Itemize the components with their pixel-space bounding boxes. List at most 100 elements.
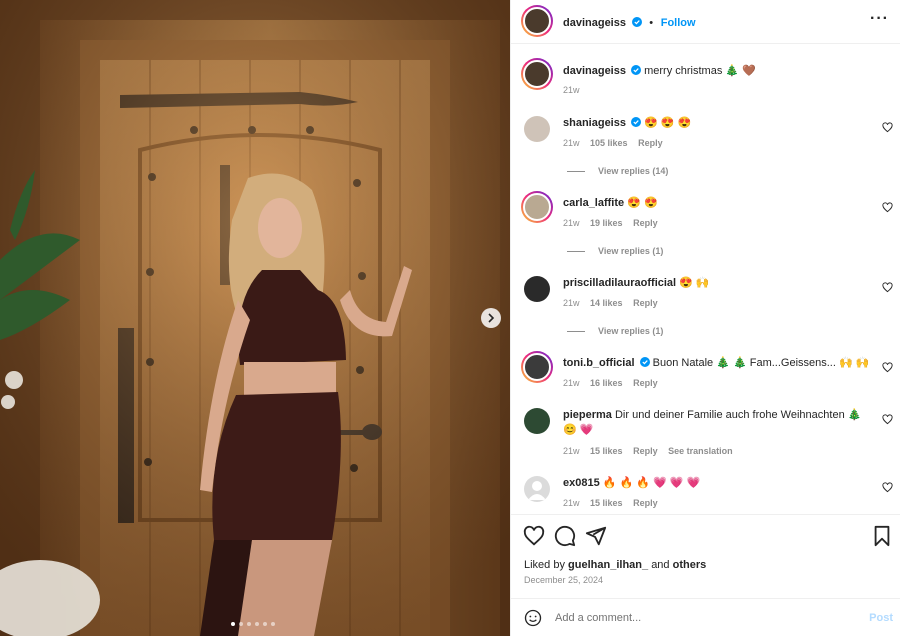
- liked-by-joiner: and: [651, 559, 670, 571]
- commenter-avatar[interactable]: [524, 276, 550, 302]
- comment-text: 🔥 🔥 🔥 💗 💗 💗: [602, 477, 701, 489]
- caption-text: merry christmas 🎄 🤎: [644, 65, 756, 77]
- comment-text-line: shaniageiss 😍 😍 😍: [563, 116, 873, 131]
- post-header: davinageiss • Follow ···: [511, 0, 900, 44]
- comment-meta: 21w 15 likes Reply: [563, 498, 666, 508]
- commenter-avatar[interactable]: [521, 191, 553, 223]
- comment-age: 21w: [563, 498, 580, 508]
- author-avatar[interactable]: [521, 58, 553, 90]
- comment-text-line: toni.b_official Buon Natale 🎄 🎄 Fam...Ge…: [563, 356, 873, 371]
- carousel-dot: [271, 622, 275, 626]
- comment-username[interactable]: ex0815: [563, 477, 600, 489]
- comment-text-line: carla_laffite 😍 😍: [563, 196, 873, 211]
- heart-icon[interactable]: [882, 414, 893, 425]
- reply-button[interactable]: Reply: [633, 218, 658, 228]
- author-username[interactable]: davinageiss: [563, 17, 626, 29]
- liked-by: Liked by guelhan_ilhan_ and others: [524, 559, 706, 571]
- separator-dot: •: [649, 17, 654, 29]
- commenter-avatar[interactable]: [521, 351, 553, 383]
- carousel-dot: [247, 622, 251, 626]
- post-comment-button[interactable]: Post: [869, 612, 893, 624]
- commenter-avatar[interactable]: [524, 408, 550, 434]
- comment-meta: 21w 105 likes Reply: [563, 138, 671, 148]
- caption-username[interactable]: davinageiss: [563, 65, 626, 77]
- comment-text-line: priscilladilauraofficial 😍 🙌: [563, 276, 873, 291]
- next-slide-button[interactable]: [481, 308, 501, 328]
- carousel-dot: [239, 622, 243, 626]
- carousel-dot: [255, 622, 259, 626]
- like-heart-icon[interactable]: [523, 525, 545, 547]
- verified-badge-icon: [631, 117, 642, 127]
- post-date: December 25, 2024: [524, 575, 604, 585]
- comment-likes[interactable]: 105 likes: [590, 138, 628, 148]
- view-replies-line: [567, 330, 585, 332]
- liked-by-others[interactable]: others: [673, 559, 707, 571]
- share-icon[interactable]: [585, 525, 607, 547]
- commenter-avatar[interactable]: [524, 116, 550, 142]
- carousel-dot: [263, 622, 267, 626]
- chevron-right-icon: [488, 313, 495, 323]
- comment-likes[interactable]: 16 likes: [590, 378, 623, 388]
- liked-by-user[interactable]: guelhan_ilhan_: [568, 559, 648, 571]
- verified-badge-icon: [639, 357, 650, 367]
- author-avatar[interactable]: [521, 5, 553, 37]
- post-photo: [0, 0, 510, 636]
- post-actions: Liked by guelhan_ilhan_ and others Decem…: [511, 514, 900, 598]
- comment-age: 21w: [563, 298, 580, 308]
- view-replies-label: View replies (1): [598, 246, 664, 256]
- comment-age: 21w: [563, 218, 580, 228]
- reply-button[interactable]: Reply: [633, 446, 658, 456]
- heart-icon[interactable]: [882, 362, 893, 373]
- follow-button[interactable]: Follow: [661, 17, 696, 29]
- author-line: davinageiss • Follow: [563, 14, 696, 29]
- view-replies-line: [567, 250, 585, 252]
- comment-username[interactable]: pieperma: [563, 409, 612, 421]
- post-media[interactable]: [0, 0, 510, 636]
- comment-icon[interactable]: [554, 525, 576, 547]
- post-sidebar: davinageiss • Follow ··· davinageiss mer…: [510, 0, 900, 636]
- comment-text-line: pieperma Dir und deiner Familie auch fro…: [563, 408, 873, 438]
- comment-likes[interactable]: 15 likes: [590, 446, 623, 456]
- comment-username[interactable]: carla_laffite: [563, 197, 624, 209]
- commenter-avatar[interactable]: [524, 476, 550, 502]
- comment-username[interactable]: shaniageiss: [563, 117, 626, 129]
- view-replies-button[interactable]: View replies (14): [567, 166, 668, 176]
- comment-text: 😍 😍: [627, 197, 658, 209]
- default-avatar-icon: [528, 481, 546, 500]
- comment-meta: 21w 14 likes Reply: [563, 298, 666, 308]
- comment-username[interactable]: priscilladilauraofficial: [563, 277, 676, 289]
- carousel-indicator: [231, 622, 275, 626]
- comment-text: 😍 😍 😍: [644, 117, 692, 129]
- heart-icon[interactable]: [882, 282, 893, 293]
- comment-text: Buon Natale 🎄 🎄 Fam...Geissens... 🙌 🙌: [652, 357, 870, 369]
- reply-button[interactable]: Reply: [633, 298, 658, 308]
- heart-icon[interactable]: [882, 482, 893, 493]
- comment-likes[interactable]: 15 likes: [590, 498, 623, 508]
- comment-meta: 21w 15 likes Reply See translation: [563, 446, 741, 456]
- bookmark-icon[interactable]: [871, 525, 893, 547]
- caption-text-line: davinageiss merry christmas 🎄 🤎: [563, 64, 873, 79]
- comment-username[interactable]: toni.b_official: [563, 357, 635, 369]
- more-icon[interactable]: ···: [870, 11, 889, 27]
- comment-likes[interactable]: 14 likes: [590, 298, 623, 308]
- add-comment-input[interactable]: [555, 608, 855, 628]
- verified-badge-icon: [631, 17, 642, 27]
- reply-button[interactable]: Reply: [633, 378, 658, 388]
- heart-icon[interactable]: [882, 202, 893, 213]
- carousel-dot-active: [231, 622, 235, 626]
- comment-meta: 21w 16 likes Reply: [563, 378, 666, 388]
- reply-button[interactable]: Reply: [638, 138, 663, 148]
- comment-age: 21w: [563, 138, 580, 148]
- see-translation-button[interactable]: See translation: [668, 446, 733, 456]
- emoji-icon[interactable]: [524, 609, 542, 627]
- heart-icon[interactable]: [882, 122, 893, 133]
- liked-by-prefix: Liked by: [524, 559, 565, 571]
- comments-list: davinageiss merry christmas 🎄 🤎 21w shan…: [511, 44, 900, 514]
- view-replies-button[interactable]: View replies (1): [567, 246, 663, 256]
- comment-text: 😍 🙌: [679, 277, 710, 289]
- view-replies-button[interactable]: View replies (1): [567, 326, 663, 336]
- comment-text-line: ex0815 🔥 🔥 🔥 💗 💗 💗: [563, 476, 873, 491]
- reply-button[interactable]: Reply: [633, 498, 658, 508]
- comment-likes[interactable]: 19 likes: [590, 218, 623, 228]
- view-replies-line: [567, 170, 585, 172]
